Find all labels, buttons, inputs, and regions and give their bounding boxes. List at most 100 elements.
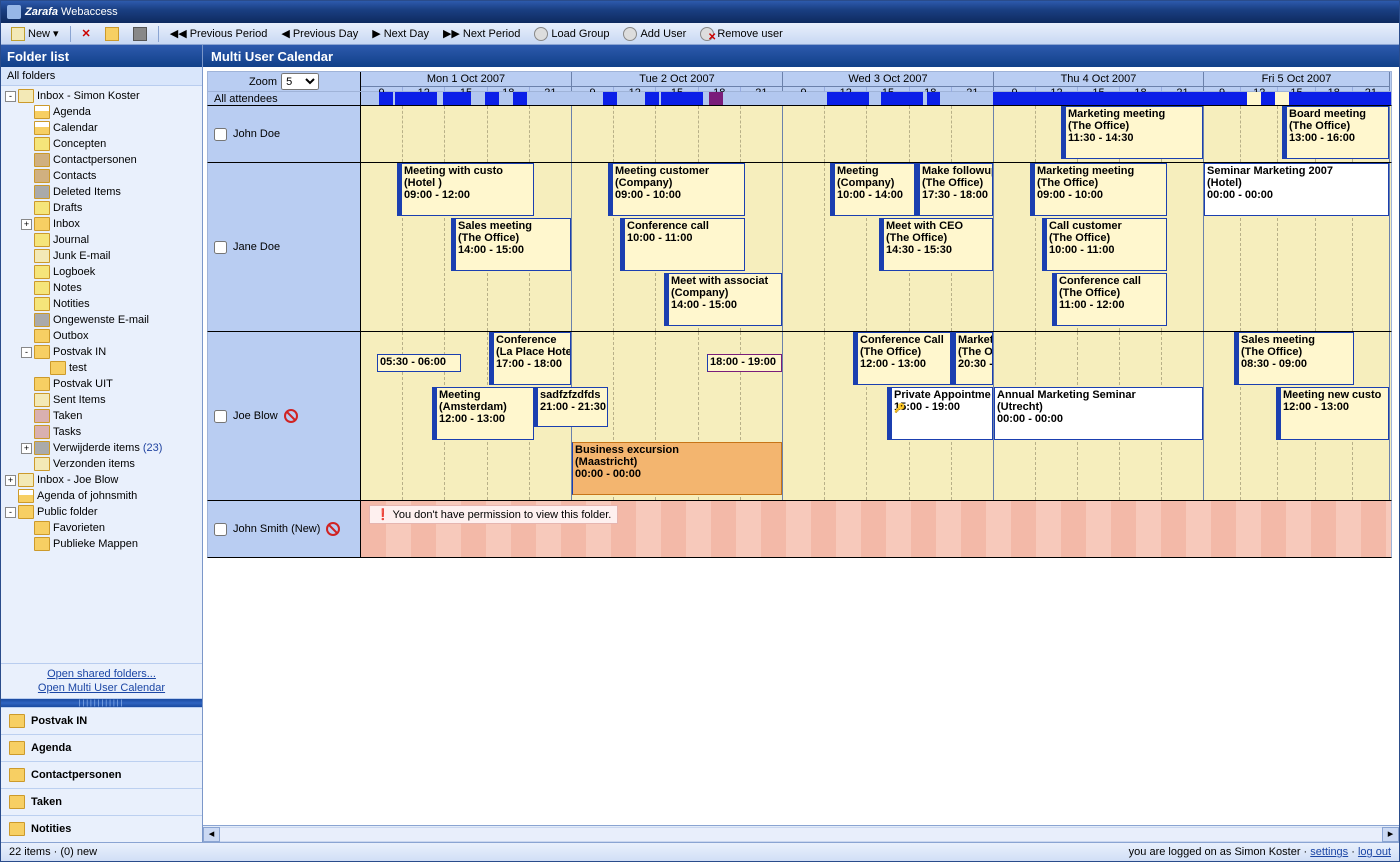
calendar-event[interactable]: Meeting(Company)10:00 - 14:00 <box>830 163 915 216</box>
shortcut-icon <box>9 822 25 836</box>
tree-node[interactable]: Ongewenste E-mail <box>1 312 202 328</box>
shortcut-item[interactable]: Postvak IN <box>1 707 202 734</box>
scroll-right-button[interactable]: ▸ <box>1382 827 1399 842</box>
calendar-event[interactable]: Seminar Marketing 2007(Hotel)00:00 - 00:… <box>1204 163 1389 216</box>
shortcut-item[interactable]: Contactpersonen <box>1 761 202 788</box>
tree-node[interactable]: +Inbox - Joe Blow <box>1 472 202 488</box>
tree-node[interactable]: Junk E-mail <box>1 248 202 264</box>
tree-node[interactable]: Deleted Items <box>1 184 202 200</box>
settings-link[interactable]: settings <box>1310 846 1348 858</box>
prev-period-button[interactable]: ◀◀Previous Period <box>164 25 274 42</box>
prev-day-button[interactable]: ◀Previous Day <box>275 25 364 42</box>
calendar-event[interactable]: Conference call10:00 - 11:00 <box>620 218 745 271</box>
tree-node[interactable]: Contactpersonen <box>1 152 202 168</box>
calendar-event[interactable]: Sales meeting(The Office)08:30 - 09:00 <box>1234 332 1354 385</box>
tree-label: Sent Items <box>53 394 106 406</box>
tree-node[interactable]: Agenda of johnsmith <box>1 488 202 504</box>
scroll-left-button[interactable]: ◂ <box>203 827 220 842</box>
tree-node[interactable]: Postvak UIT <box>1 376 202 392</box>
tree-node[interactable]: Favorieten <box>1 520 202 536</box>
calendar-event[interactable]: Meet with associat(Company)14:00 - 15:00 <box>664 273 782 326</box>
logout-link[interactable]: log out <box>1358 846 1391 858</box>
user-checkbox[interactable] <box>214 128 227 141</box>
day-header: Fri 5 Oct 2007912151821 <box>1204 72 1390 91</box>
remove-user-button[interactable]: ✕Remove user <box>694 25 788 43</box>
tree-node[interactable]: Concepten <box>1 136 202 152</box>
calendar-event[interactable]: Sales meeting(The Office)14:00 - 15:00 <box>451 218 571 271</box>
calendar-event[interactable]: Meeting(Amsterdam)12:00 - 13:00 <box>432 387 534 440</box>
print-button[interactable] <box>127 25 153 43</box>
calendar-event[interactable]: Marketing Meeting(The Office)20:30 - 21:… <box>951 332 993 385</box>
calendar-event[interactable]: Conference Call(The Office)12:00 - 13:00 <box>853 332 951 385</box>
tree-node[interactable]: Agenda <box>1 104 202 120</box>
calendar-event[interactable]: Marketing meeting(The Office)09:00 - 10:… <box>1030 163 1167 216</box>
tree-node[interactable]: Tasks <box>1 424 202 440</box>
calendar-event[interactable]: Meet with CEO(The Office)14:30 - 15:30 <box>879 218 993 271</box>
expand-icon[interactable]: - <box>5 507 16 518</box>
folder-tree[interactable]: -Inbox - Simon KosterAgendaCalendarConce… <box>1 86 202 663</box>
calendar-event[interactable]: 🔑Private Appointme15:00 - 19:00 <box>887 387 993 440</box>
copy-icon <box>105 27 119 41</box>
calendar-event[interactable]: Make followup call(The Office)17:30 - 18… <box>915 163 993 216</box>
calendar-event[interactable]: Conference call(The Office)11:00 - 12:00 <box>1052 273 1167 326</box>
calendar-event[interactable]: Meeting customer(Company)09:00 - 10:00 <box>608 163 745 216</box>
horizontal-scrollbar[interactable]: ◂ ▸ <box>203 825 1399 842</box>
double-right-icon: ▶▶ <box>443 27 460 40</box>
shortcut-item[interactable]: Agenda <box>1 734 202 761</box>
tree-node[interactable]: +Inbox <box>1 216 202 232</box>
calendar-event[interactable]: Meeting new custo12:00 - 13:00 <box>1276 387 1389 440</box>
add-user-button[interactable]: Add User <box>617 25 692 43</box>
expand-icon[interactable]: - <box>21 347 32 358</box>
tree-node[interactable]: Notes <box>1 280 202 296</box>
tree-node[interactable]: -Inbox - Simon Koster <box>1 88 202 104</box>
calendar-event[interactable]: Conference(La Place Hotel)17:00 - 18:00 <box>489 332 571 385</box>
user-checkbox[interactable] <box>214 410 227 423</box>
load-group-button[interactable]: Load Group <box>528 25 615 43</box>
calendar-event[interactable]: 05:30 - 06:00 <box>377 354 461 372</box>
tree-node[interactable]: Outbox <box>1 328 202 344</box>
tree-node[interactable]: Sent Items <box>1 392 202 408</box>
open-shared-link[interactable]: Open shared folders... <box>1 667 202 681</box>
user-checkbox[interactable] <box>214 241 227 254</box>
tree-node[interactable]: Logboek <box>1 264 202 280</box>
tree-node[interactable]: Notities <box>1 296 202 312</box>
calendar-event[interactable]: Call customer(The Office)10:00 - 11:00 <box>1042 218 1167 271</box>
calendar-event[interactable]: Business excursion(Maastricht)00:00 - 00… <box>572 442 782 495</box>
next-day-button[interactable]: ▶Next Day <box>366 25 435 42</box>
calendar-event[interactable]: 18:00 - 19:00 <box>707 354 782 372</box>
user-checkbox[interactable] <box>214 523 227 536</box>
expand-icon[interactable]: + <box>21 219 32 230</box>
tree-node[interactable]: Drafts <box>1 200 202 216</box>
tree-node[interactable]: Publieke Mappen <box>1 536 202 552</box>
shortcut-item[interactable]: Taken <box>1 788 202 815</box>
tree-node[interactable]: -Public folder <box>1 504 202 520</box>
tree-node[interactable]: Contacts <box>1 168 202 184</box>
expand-icon <box>5 491 16 502</box>
tree-node[interactable]: Taken <box>1 408 202 424</box>
tree-node[interactable]: Verzonden items <box>1 456 202 472</box>
calendar-event[interactable]: Annual Marketing Seminar(Utrecht)00:00 -… <box>994 387 1203 440</box>
calendar-event[interactable]: Board meeting(The Office)13:00 - 16:00 <box>1282 106 1389 159</box>
expand-icon[interactable]: + <box>5 475 16 486</box>
zoom-select[interactable]: 5 <box>281 73 319 90</box>
add-user-icon <box>623 27 637 41</box>
calendar-event[interactable]: Meeting with custo(Hotel )09:00 - 12:00 <box>397 163 534 216</box>
calendar-event[interactable]: Marketing meeting(The Office)11:30 - 14:… <box>1061 106 1203 159</box>
all-folders[interactable]: All folders <box>1 67 202 86</box>
splitter-grip[interactable]: |||||||||||| <box>1 699 202 707</box>
expand-icon[interactable]: + <box>21 443 32 454</box>
tree-node[interactable]: Journal <box>1 232 202 248</box>
tree-node[interactable]: Calendar <box>1 120 202 136</box>
tree-node[interactable]: test <box>1 360 202 376</box>
busy-block <box>645 92 659 105</box>
tree-node[interactable]: +Verwijderde items(23) <box>1 440 202 456</box>
calendar-event[interactable]: sadfzfzdfds21:00 - 21:30 <box>533 387 608 427</box>
copy-button[interactable] <box>99 25 125 43</box>
open-multi-user-link[interactable]: Open Multi User Calendar <box>1 681 202 695</box>
tree-node[interactable]: -Postvak IN <box>1 344 202 360</box>
expand-icon[interactable]: - <box>5 91 16 102</box>
next-period-button[interactable]: ▶▶Next Period <box>437 25 526 42</box>
new-button[interactable]: New ▾ <box>5 25 65 43</box>
delete-button[interactable]: ✕ <box>76 25 97 42</box>
shortcut-item[interactable]: Notities <box>1 815 202 842</box>
